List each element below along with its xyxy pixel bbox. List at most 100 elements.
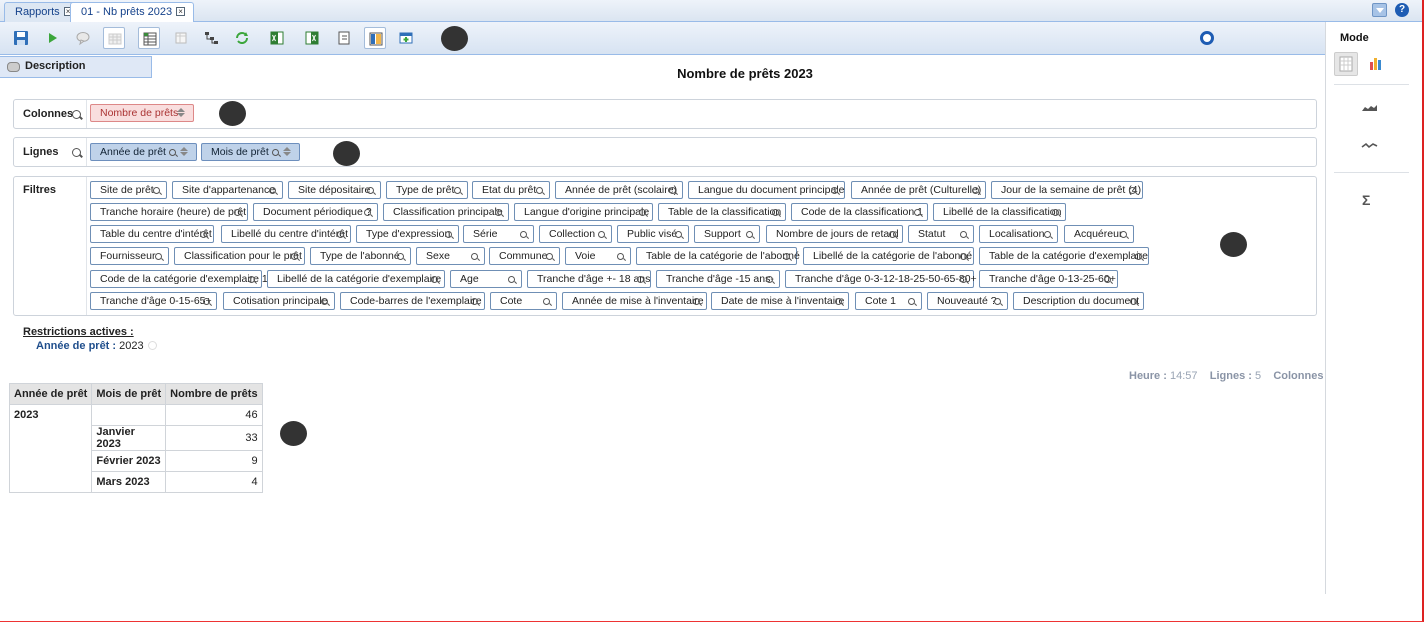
search-icon[interactable] bbox=[1052, 209, 1059, 216]
refresh-icon[interactable] bbox=[231, 27, 253, 49]
filter-chip[interactable]: Support bbox=[694, 225, 760, 243]
search-icon[interactable] bbox=[546, 253, 553, 260]
sigma-icon[interactable]: Σ bbox=[1362, 192, 1386, 216]
filter-chip[interactable]: Type d'expression bbox=[356, 225, 459, 243]
filter-chip[interactable]: Code de la catégorie d'exemplaire 1 bbox=[90, 270, 268, 288]
grid-icon[interactable] bbox=[103, 27, 125, 49]
filter-chip[interactable]: Tranche d'âge +- 18 ans bbox=[527, 270, 651, 288]
export-excel-alt-icon[interactable] bbox=[301, 27, 323, 49]
chart-mode-icon[interactable] bbox=[1365, 52, 1389, 76]
filter-chip[interactable]: Table de la classification bbox=[658, 203, 786, 221]
search-icon[interactable] bbox=[291, 253, 298, 260]
month-cell[interactable]: Mars 2023 bbox=[91, 471, 167, 493]
line-chart-icon[interactable] bbox=[1359, 134, 1383, 158]
filter-chip[interactable]: Site d'appartenance bbox=[172, 181, 283, 199]
table-mode-icon[interactable] bbox=[1334, 52, 1358, 76]
add-window-icon[interactable] bbox=[395, 27, 417, 49]
filter-chip[interactable]: Année de prêt (scolaire) bbox=[555, 181, 683, 199]
search-icon[interactable] bbox=[1044, 231, 1051, 238]
search-icon[interactable] bbox=[908, 298, 915, 305]
export-pdf-icon[interactable] bbox=[333, 27, 355, 49]
filter-chip[interactable]: Année de prêt (Culturelle) bbox=[851, 181, 986, 199]
filter-chip[interactable]: Age bbox=[450, 270, 522, 288]
filter-chip[interactable]: Classification pour le prêt bbox=[174, 247, 305, 265]
search-icon[interactable] bbox=[835, 298, 842, 305]
filter-chip[interactable]: Libellé de la catégorie de l'abonné bbox=[803, 247, 974, 265]
filter-chip[interactable]: Tranche horaire (heure) de prêt bbox=[90, 203, 248, 221]
search-icon[interactable] bbox=[766, 276, 773, 283]
search-icon[interactable] bbox=[1104, 276, 1111, 283]
header-mois[interactable]: Mois de prêt bbox=[91, 383, 167, 405]
area-chart-icon[interactable] bbox=[1359, 96, 1383, 120]
year-cell[interactable]: 2023 bbox=[8, 404, 93, 493]
search-icon[interactable] bbox=[431, 276, 438, 283]
month-cell[interactable]: Janvier 2023 bbox=[91, 425, 167, 451]
search-icon[interactable] bbox=[445, 231, 452, 238]
filter-chip[interactable]: Localisation bbox=[979, 225, 1058, 243]
search-icon[interactable] bbox=[1120, 231, 1127, 238]
search-icon[interactable] bbox=[598, 231, 605, 238]
table-icon[interactable] bbox=[138, 27, 160, 49]
filter-chip[interactable]: Table du centre d'intérêt bbox=[90, 225, 214, 243]
search-icon[interactable] bbox=[831, 187, 838, 194]
search-icon[interactable] bbox=[337, 231, 344, 238]
layout-icon[interactable] bbox=[364, 27, 386, 49]
filter-chip[interactable]: Année de mise à l'inventaire bbox=[562, 292, 707, 310]
header-annee[interactable]: Année de prêt bbox=[8, 383, 93, 405]
search-icon[interactable] bbox=[364, 209, 371, 216]
search-icon[interactable] bbox=[1130, 298, 1137, 305]
search-icon[interactable] bbox=[783, 253, 790, 260]
sort-icon[interactable] bbox=[177, 108, 185, 118]
export-excel-icon[interactable] bbox=[266, 27, 288, 49]
search-icon[interactable] bbox=[536, 187, 543, 194]
filter-chip[interactable]: Jour de la semaine de prêt (4) bbox=[991, 181, 1143, 199]
close-icon[interactable]: × bbox=[176, 7, 186, 16]
search-icon[interactable] bbox=[471, 253, 478, 260]
filter-chip[interactable]: Collection bbox=[539, 225, 612, 243]
sort-icon[interactable] bbox=[283, 147, 291, 157]
filter-chip[interactable]: Langue du document principale bbox=[688, 181, 845, 199]
search-icon[interactable] bbox=[72, 110, 81, 119]
search-icon[interactable] bbox=[1135, 253, 1142, 260]
run-icon[interactable] bbox=[41, 27, 63, 49]
search-icon[interactable] bbox=[972, 187, 979, 194]
filter-chip[interactable]: Sexe bbox=[416, 247, 485, 265]
filter-chip[interactable]: Langue d'origine principale bbox=[514, 203, 653, 221]
tab-nb-prets-2023[interactable]: 01 - Nb prêts 2023 × bbox=[70, 2, 195, 23]
filter-chip[interactable]: Acquéreur bbox=[1064, 225, 1134, 243]
filter-chip[interactable]: Voie bbox=[565, 247, 631, 265]
filter-chip[interactable]: Cotisation principale bbox=[223, 292, 335, 310]
search-icon[interactable] bbox=[746, 231, 753, 238]
filter-chip[interactable]: Site dépositaire bbox=[288, 181, 381, 199]
filter-chip[interactable]: Tranche d'âge 0-15-65+ bbox=[90, 292, 217, 310]
search-icon[interactable] bbox=[693, 298, 700, 305]
filter-chip[interactable]: Commune bbox=[489, 247, 560, 265]
filter-chip[interactable]: Tranche d'âge 0-3-12-18-25-50-65-80+ bbox=[785, 270, 977, 288]
filter-chip[interactable]: Table de la catégorie de l'abonné bbox=[636, 247, 800, 265]
search-icon[interactable] bbox=[994, 298, 1001, 305]
filter-chip[interactable]: Etat du prêt bbox=[472, 181, 550, 199]
search-icon[interactable] bbox=[637, 276, 644, 283]
search-icon[interactable] bbox=[543, 298, 550, 305]
dropdown-icon[interactable] bbox=[1372, 3, 1387, 17]
filter-chip[interactable]: Tranche d'âge -15 ans- bbox=[656, 270, 780, 288]
search-icon[interactable] bbox=[1129, 187, 1136, 194]
filter-chip[interactable]: Code-barres de l'exemplaire bbox=[340, 292, 485, 310]
filter-chip[interactable]: Cote 1 bbox=[855, 292, 922, 310]
help-icon[interactable]: ? bbox=[1395, 3, 1409, 17]
search-icon[interactable] bbox=[617, 253, 624, 260]
filter-chip[interactable]: Libellé de la classification bbox=[933, 203, 1066, 221]
search-icon[interactable] bbox=[639, 209, 646, 216]
row-chip-annee-de-pret[interactable]: Année de prêt bbox=[90, 143, 197, 161]
search-icon[interactable] bbox=[508, 276, 515, 283]
search-icon[interactable] bbox=[155, 253, 162, 260]
comment-icon[interactable] bbox=[72, 27, 94, 49]
search-icon[interactable] bbox=[153, 187, 160, 194]
save-icon[interactable] bbox=[10, 27, 32, 49]
filter-chip[interactable]: Classification principale bbox=[383, 203, 509, 221]
sort-icon[interactable] bbox=[180, 147, 188, 157]
filter-chip[interactable]: Nouveauté ? bbox=[927, 292, 1008, 310]
search-icon[interactable] bbox=[269, 187, 276, 194]
search-icon[interactable] bbox=[203, 298, 210, 305]
filter-chip[interactable]: Statut bbox=[908, 225, 974, 243]
